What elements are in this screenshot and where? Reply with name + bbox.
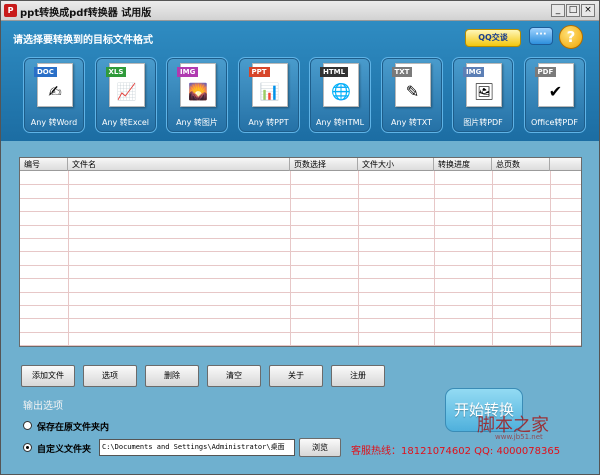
format-tag: DOC <box>34 67 57 77</box>
convert-button-6[interactable]: IMG 🖼 图片转PDF <box>452 57 514 133</box>
convert-button-label: Any 转Excel <box>101 118 149 127</box>
table-row-line <box>20 197 581 199</box>
custom-folder-label[interactable]: 自定义文件夹 <box>37 442 91 455</box>
image-icon: IMG 🌄 <box>177 63 216 107</box>
column-header-progress[interactable]: 转换进度 <box>434 158 492 171</box>
format-prompt: 请选择要转换到的目标文件格式 <box>13 35 153 46</box>
column-header-number[interactable]: 编号 <box>20 158 68 171</box>
column-header-total-pages[interactable]: 总页数 <box>492 158 550 171</box>
html-globe-icon: HTML 🌐 <box>320 63 359 107</box>
convert-button-label: Any 转TXT <box>391 118 432 127</box>
format-selection-panel: 请选择要转换到的目标文件格式 QQ交谈 ··· ? DOC ✍ Any 转Word X… <box>1 21 599 141</box>
register-button[interactable]: 注册 <box>331 365 385 387</box>
options-button[interactable]: 选项 <box>83 365 137 387</box>
app-window: P ppt转换成pdf转换器 试用版 _ □ × 请选择要转换到的目标文件格式 … <box>0 0 600 475</box>
about-button[interactable]: 关于 <box>269 365 323 387</box>
table-column-line <box>68 171 69 346</box>
table-row-line <box>20 238 581 239</box>
table-row-line <box>20 224 581 226</box>
table-row-line <box>20 331 581 333</box>
format-tag: TXT <box>391 67 413 77</box>
browse-button[interactable]: 浏览 <box>299 438 341 457</box>
table-row-line <box>20 264 581 266</box>
speech-bubble-icon[interactable]: ··· <box>529 27 553 45</box>
format-tag: IMG <box>463 67 485 77</box>
table-row-line <box>20 305 581 306</box>
table-column-line <box>434 171 435 346</box>
delete-button[interactable]: 删除 <box>145 365 199 387</box>
text-file-icon: TXT ✎ <box>391 63 431 107</box>
format-tag: XLS <box>105 67 127 77</box>
convert-button-1[interactable]: XLS 📈 Any 转Excel <box>94 57 157 133</box>
table-column-line <box>358 171 359 346</box>
format-glyph: 🌄 <box>188 82 208 101</box>
column-header-filename[interactable]: 文件名 <box>68 158 290 171</box>
table-row-line <box>20 291 581 293</box>
convert-button-5[interactable]: TXT ✎ Any 转TXT <box>380 57 443 133</box>
qq-chat-button[interactable]: QQ交谈 <box>465 29 521 47</box>
convert-button-label: Any 转图片 <box>176 118 218 127</box>
table-row-line <box>20 184 581 186</box>
window-title: ppt转换成pdf转换器 试用版 <box>20 8 152 19</box>
convert-button-0[interactable]: DOC ✍ Any 转Word <box>23 57 85 133</box>
convert-button-4[interactable]: HTML 🌐 Any 转HTML <box>309 57 371 133</box>
question-mark-icon[interactable]: ? <box>559 25 583 49</box>
table-row-line <box>20 278 581 280</box>
powerpoint-icon: PPT 📊 <box>248 63 288 107</box>
close-button[interactable]: × <box>581 4 595 17</box>
convert-button-label: Office转PDF <box>531 118 578 127</box>
maximize-button[interactable]: □ <box>566 4 580 17</box>
save-original-folder-label[interactable]: 保存在原文件夹内 <box>37 420 109 433</box>
convert-button-2[interactable]: IMG 🌄 Any 转图片 <box>166 57 228 133</box>
table-row-line <box>20 318 581 320</box>
support-hotline: 客服热线：18121074602 QQ: 4000078365 <box>351 446 561 457</box>
format-glyph: 🌐 <box>331 82 351 101</box>
output-options-heading: 输出选项 <box>23 401 63 412</box>
format-glyph: 🖼 <box>473 82 495 101</box>
office-to-pdf-icon: PDF ✔ <box>534 63 574 107</box>
title-bar[interactable]: P ppt转换成pdf转换器 试用版 _ □ × <box>1 1 599 21</box>
convert-button-3[interactable]: PPT 📊 Any 转PPT <box>237 57 300 133</box>
format-glyph: 📊 <box>259 82 280 101</box>
column-header-file-size[interactable]: 文件大小 <box>358 158 434 171</box>
convert-button-label: Any 转PPT <box>248 118 289 127</box>
convert-button-label: 图片转PDF <box>463 118 503 127</box>
minimize-button[interactable]: _ <box>551 4 565 17</box>
convert-button-7[interactable]: PDF ✔ Office转PDF <box>523 57 586 133</box>
table-header: 编号 文件名 页数选择 文件大小 转换进度 总页数 <box>20 158 581 171</box>
convert-button-label: Any 转Word <box>30 118 78 127</box>
excel-chart-icon: XLS 📈 <box>105 63 145 107</box>
table-column-line <box>290 171 291 346</box>
table-column-line <box>550 171 551 346</box>
format-tag: IMG <box>177 67 199 77</box>
column-header-page-range[interactable]: 页数选择 <box>290 158 358 171</box>
table-column-line <box>492 171 493 346</box>
format-tag: PDF <box>534 67 557 77</box>
add-file-button[interactable]: 添加文件 <box>21 365 75 387</box>
word-document-icon: DOC ✍ <box>34 63 73 107</box>
pdf-app-icon[interactable]: P <box>4 4 17 17</box>
format-glyph: ✔ <box>548 82 563 101</box>
image-to-pdf-icon: IMG 🖼 <box>463 63 502 107</box>
output-path-field[interactable]: C:\Documents and Settings\Administrator\… <box>99 439 295 456</box>
format-glyph: ✎ <box>405 82 420 101</box>
format-glyph: ✍ <box>48 82 62 101</box>
clear-button[interactable]: 清空 <box>207 365 261 387</box>
table-row-line <box>20 211 581 213</box>
format-tag: PPT <box>248 67 270 77</box>
file-list-table[interactable]: 编号 文件名 页数选择 文件大小 转换进度 总页数 <box>19 157 582 347</box>
convert-button-label: Any 转HTML <box>315 118 365 127</box>
format-tag: HTML <box>320 67 349 77</box>
custom-folder-radio[interactable] <box>23 443 32 452</box>
format-glyph: 📈 <box>116 82 137 101</box>
site-watermark-url: www.jb51.net <box>495 433 543 441</box>
table-row-line <box>20 345 581 346</box>
save-original-folder-radio[interactable] <box>23 421 32 430</box>
table-row-line <box>20 251 581 253</box>
